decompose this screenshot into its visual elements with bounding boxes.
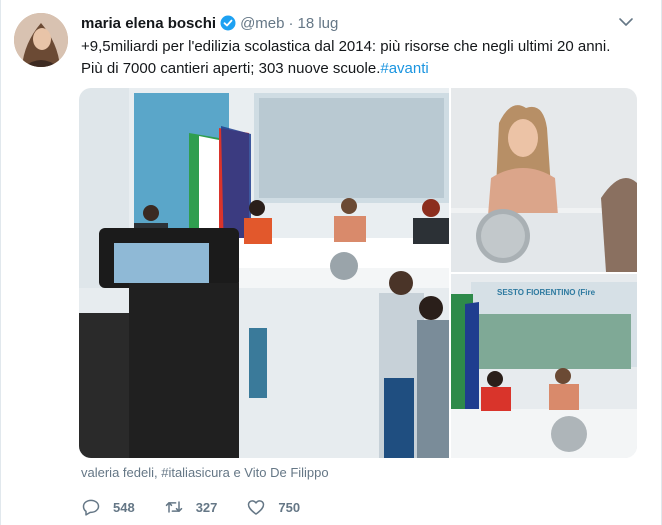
tweet-text-body: Più di 7000 cantieri aperti; 303 nuove s… <box>81 60 381 77</box>
tweet-text-line-1: +9,5miliardi per l'edilizia scolastica d… <box>81 38 611 55</box>
reply-button[interactable]: 548 <box>81 497 135 517</box>
chevron-down-icon[interactable] <box>618 14 634 30</box>
reply-icon <box>82 499 100 516</box>
separator-dot: · <box>288 14 294 32</box>
like-button[interactable]: 750 <box>246 497 300 517</box>
author-handle[interactable]: @meb <box>240 15 284 32</box>
photo-conference-room[interactable] <box>79 88 449 458</box>
retweet-icon <box>165 501 182 513</box>
author-name[interactable]: maria elena boschi <box>81 15 216 32</box>
tweet-actions: 548 327 750 <box>81 497 329 517</box>
retweet-button[interactable]: 327 <box>164 497 218 517</box>
photo-panel-screen[interactable]: SESTO FIORENTINO (Fire <box>451 274 637 458</box>
media-tags[interactable]: valeria fedeli, #italiasicura e Vito De … <box>81 465 329 480</box>
verified-badge-icon <box>220 15 236 31</box>
tweet-date[interactable]: 18 lug <box>297 15 338 32</box>
hashtag-link[interactable]: #avanti <box>380 60 428 77</box>
tweet-card[interactable]: maria elena boschi @meb · 18 lug +9,5mil… <box>0 0 662 525</box>
reply-count: 548 <box>113 499 135 515</box>
tweet-header: maria elena boschi @meb · 18 lug <box>81 13 338 33</box>
screen-text: SESTO FIORENTINO (Fire <box>497 288 596 297</box>
retweet-count: 327 <box>195 499 218 515</box>
media-grid: SESTO FIORENTINO (Fire <box>79 88 637 458</box>
like-icon <box>248 500 265 515</box>
photo-speaker[interactable] <box>451 88 637 272</box>
like-count: 750 <box>278 499 301 515</box>
tweet-text: +9,5miliardi per l'edilizia scolastica d… <box>81 36 651 80</box>
tweet-text-line-2: Più di 7000 cantieri aperti; 303 nuove s… <box>81 58 651 80</box>
avatar[interactable] <box>14 13 68 67</box>
